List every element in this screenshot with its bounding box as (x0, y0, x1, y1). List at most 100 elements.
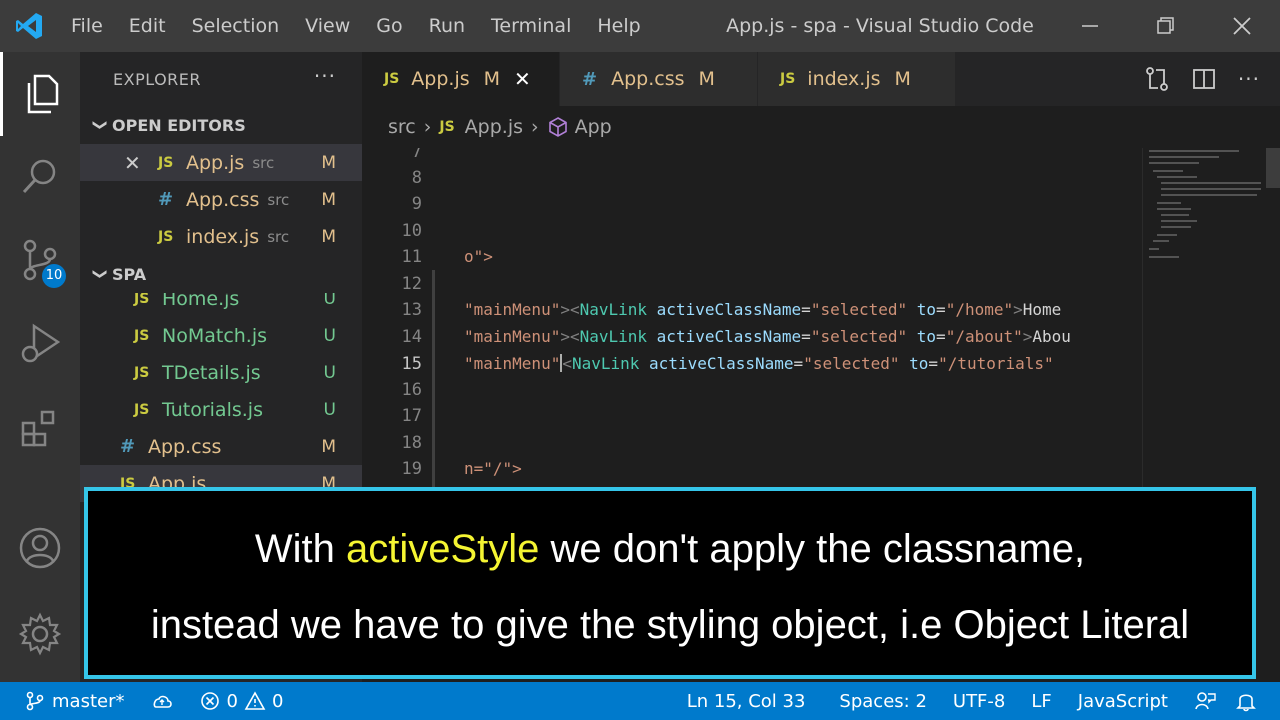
warning-count: 0 (271, 690, 284, 712)
open-editor-item[interactable]: # App.css src M (80, 181, 362, 218)
code-text: o"> (464, 247, 493, 266)
menu-help[interactable]: Help (584, 0, 653, 52)
css-file-icon: # (120, 436, 136, 457)
close-window-button[interactable] (1204, 0, 1280, 52)
breadcrumb-folder[interactable]: src (388, 116, 416, 138)
files-icon (27, 74, 58, 114)
tree-item[interactable]: JS TDetails.js U (80, 354, 362, 391)
breadcrumb-file[interactable]: App.js (465, 116, 523, 138)
code-text: n="/"> (464, 459, 522, 478)
indentation[interactable]: Spaces: 2 (839, 682, 926, 720)
file-dir: src (267, 190, 290, 209)
js-file-icon: JS (384, 71, 400, 87)
js-file-icon: JS (134, 327, 150, 344)
search-activity[interactable] (0, 134, 80, 218)
sync-button[interactable] (150, 682, 174, 720)
error-icon (201, 692, 220, 710)
feedback-button[interactable] (1194, 682, 1216, 720)
minimize-button[interactable] (1052, 0, 1128, 52)
editor-tabs: JS App.js M ✕ # App.css M JS index.js M … (362, 52, 1280, 106)
git-branch-icon (26, 691, 44, 711)
tab-label: App.css (611, 68, 685, 90)
tab-status: M (698, 68, 715, 90)
code-line: 10 (362, 218, 1142, 244)
source-control-activity[interactable] (0, 218, 80, 302)
close-editor-icon[interactable]: ✕ (124, 151, 141, 175)
code-text: "mainMenu" <NavLink activeClassName="sele… (464, 354, 1054, 373)
tree-item[interactable]: # App.css M (80, 428, 362, 465)
code-line: 8 (362, 165, 1142, 191)
accounts-activity[interactable] (0, 506, 80, 590)
breadcrumb: src › JS App.js › App (362, 106, 1280, 148)
breadcrumb-symbol[interactable]: App (575, 116, 612, 138)
menu-selection[interactable]: Selection (179, 0, 293, 52)
tab-app-css[interactable]: # App.css M (560, 52, 758, 106)
open-editor-item[interactable]: JS index.js src M (80, 218, 362, 255)
file-name: index.js (186, 225, 260, 248)
open-editor-item[interactable]: ✕ JS App.js src M (80, 144, 362, 181)
tree-item[interactable]: JS Home.js U (80, 293, 362, 317)
line-number: 18 (401, 433, 422, 453)
more-actions-icon[interactable]: ··· (1238, 67, 1260, 91)
menu-view[interactable]: View (292, 0, 363, 52)
status-bar: master* 0 0 Ln 15, Col 33 Spaces: 2 UTF-… (0, 682, 1280, 720)
file-tree: JS Home.js U JS NoMatch.js U JS TDetails… (80, 293, 362, 513)
css-file-icon: # (158, 189, 174, 210)
manage-activity[interactable] (0, 592, 80, 676)
branch-indicator[interactable]: master* (26, 682, 124, 720)
menu-bar: File Edit Selection View Go Run Terminal… (58, 0, 654, 52)
more-actions-icon[interactable]: ··· (314, 64, 336, 88)
branch-name: master* (52, 690, 125, 712)
feedback-icon (1195, 692, 1216, 710)
file-name: TDetails.js (162, 361, 261, 384)
file-name: Home.js (162, 293, 240, 310)
restore-button[interactable] (1128, 0, 1204, 52)
notifications-button[interactable] (1236, 682, 1256, 720)
problems-indicator[interactable]: 0 0 (200, 682, 283, 720)
end-of-line[interactable]: LF (1031, 682, 1051, 720)
line-number: 10 (401, 221, 422, 241)
project-header[interactable]: ❯ SPA (80, 255, 362, 293)
line-number: 9 (411, 194, 422, 214)
tree-item[interactable]: JS NoMatch.js U (80, 317, 362, 354)
close-tab-icon[interactable]: ✕ (514, 67, 531, 91)
tab-app-js[interactable]: JS App.js M ✕ (362, 52, 560, 106)
minimap[interactable] (1142, 148, 1280, 488)
file-name: App.css (148, 435, 222, 458)
tab-status: M (483, 68, 501, 90)
open-changes-icon[interactable] (1144, 66, 1170, 92)
close-icon (1233, 17, 1251, 35)
menu-file[interactable]: File (58, 0, 116, 52)
subtitle-line-2: instead we have to give the styling obje… (150, 603, 1190, 647)
language-mode[interactable]: JavaScript (1078, 682, 1168, 720)
vscode-logo-icon (0, 0, 58, 52)
extensions-activity[interactable] (0, 386, 80, 470)
code-line: 13 "mainMenu"><NavLink activeClassName="… (362, 297, 1142, 323)
menu-terminal[interactable]: Terminal (478, 0, 584, 52)
menu-go[interactable]: Go (363, 0, 415, 52)
project-label: SPA (112, 264, 147, 284)
git-status-badge: M (321, 436, 336, 457)
split-editor-icon[interactable] (1192, 67, 1216, 91)
encoding[interactable]: UTF-8 (953, 682, 1005, 720)
scrollbar-thumb[interactable] (1266, 148, 1280, 188)
line-number: 17 (401, 406, 422, 426)
line-number: 11 (401, 247, 422, 267)
extensions-icon (21, 410, 55, 447)
git-status-badge: M (321, 152, 336, 173)
line-number: 16 (401, 380, 422, 400)
code-line: 12 (362, 271, 1142, 297)
cursor-position[interactable]: Ln 15, Col 33 (687, 682, 806, 720)
tab-index-js[interactable]: JS index.js M (758, 52, 956, 106)
file-dir: src (252, 153, 275, 172)
open-editors-header[interactable]: ❯ OPEN EDITORS (80, 106, 362, 144)
explorer-activity[interactable] (0, 52, 80, 136)
open-editors-label: OPEN EDITORS (112, 115, 246, 135)
code-editor[interactable]: 7 8 9 10 11 o"> 12 13 "mainMenu"><NavLin… (362, 148, 1142, 488)
menu-run[interactable]: Run (416, 0, 478, 52)
line-number: 8 (411, 168, 422, 188)
menu-edit[interactable]: Edit (116, 0, 179, 52)
tree-item[interactable]: JS Tutorials.js U (80, 391, 362, 428)
run-debug-activity[interactable] (0, 302, 80, 386)
line-number: 14 (401, 327, 422, 347)
